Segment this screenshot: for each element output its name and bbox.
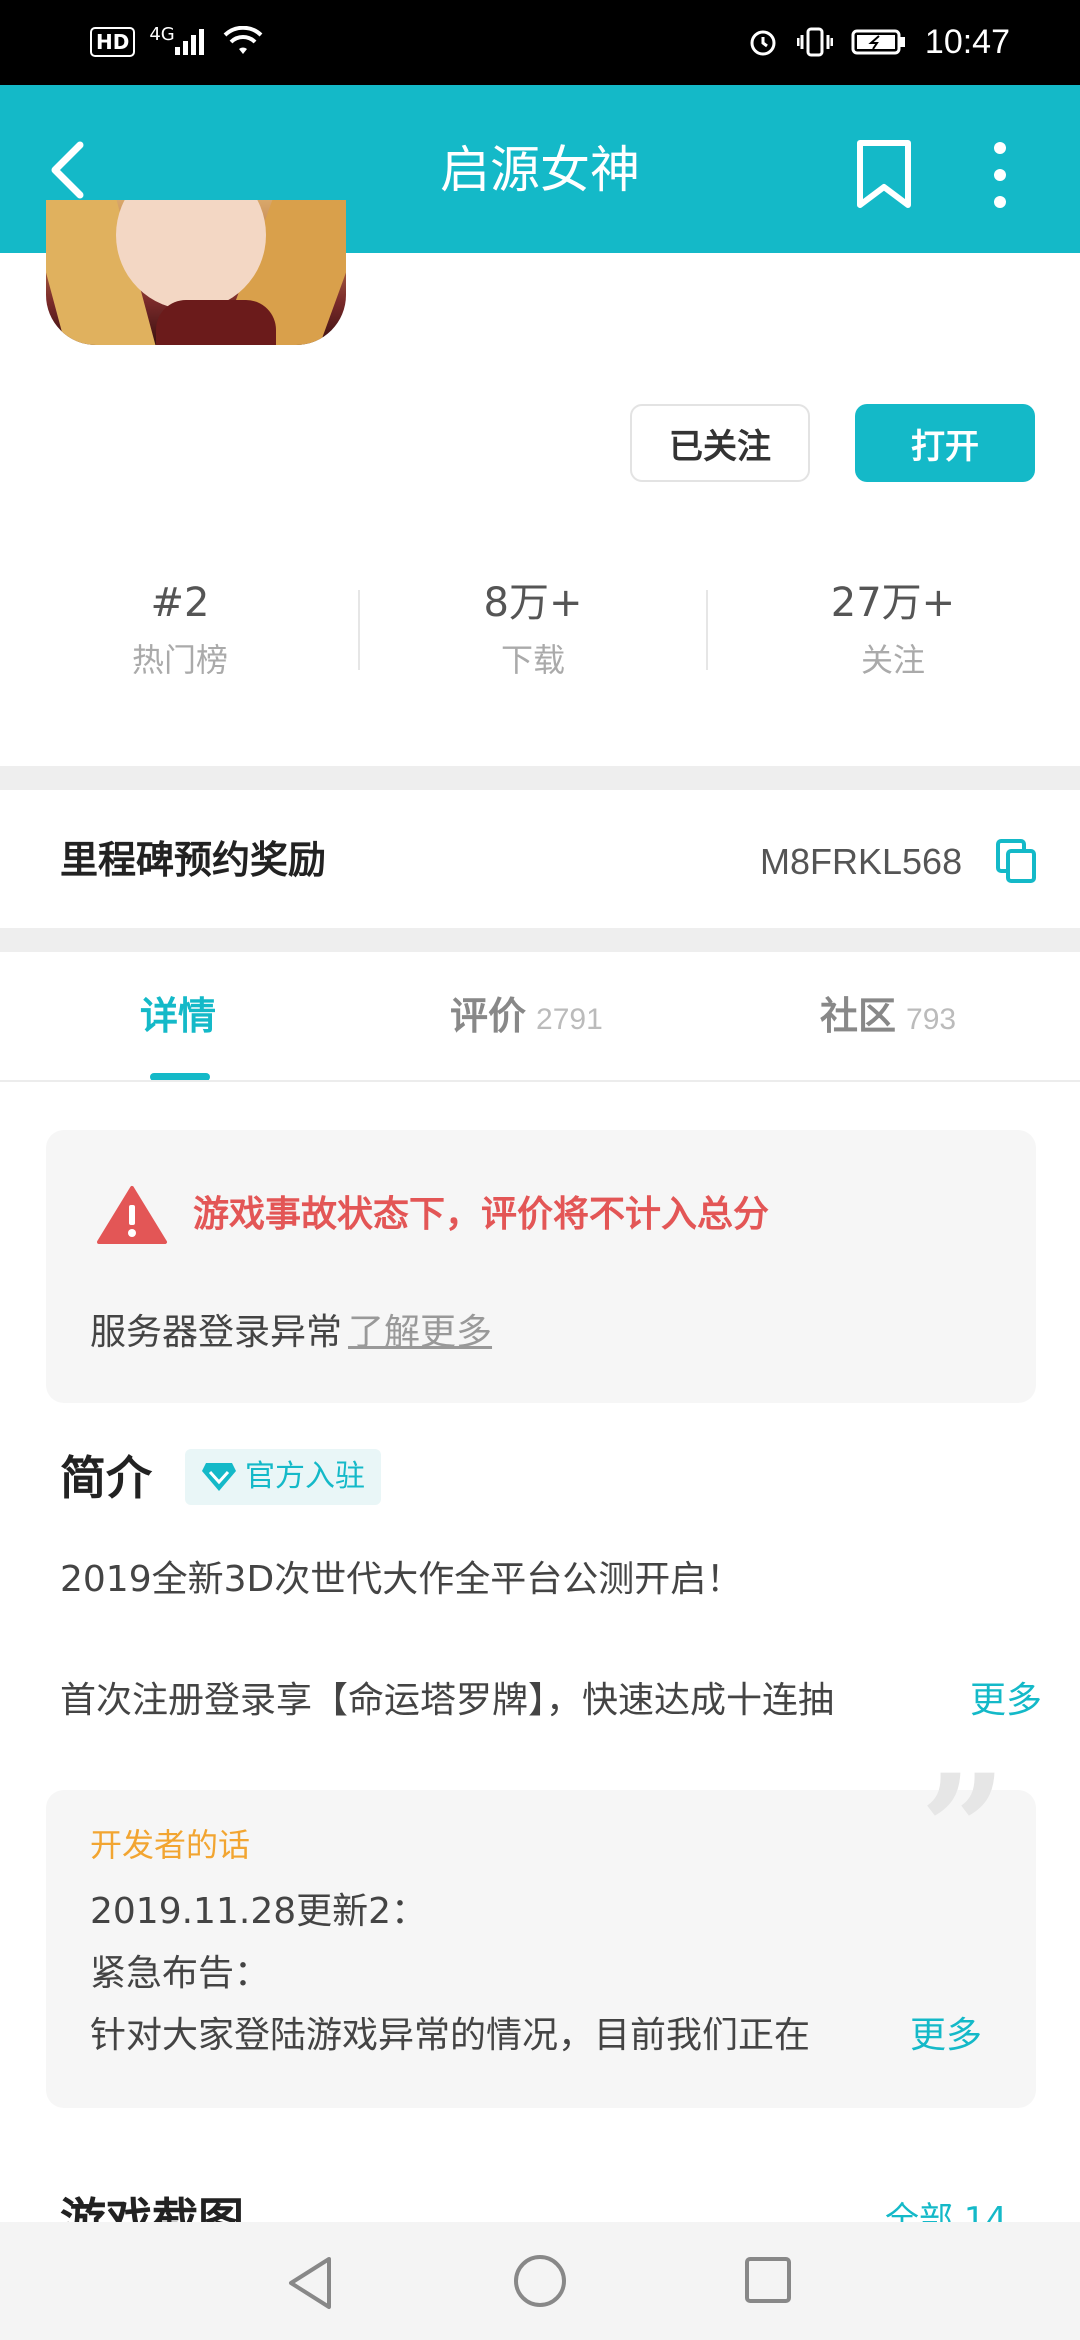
milestone-reward-label: 里程碑预约奖励 bbox=[60, 838, 327, 882]
stat-label: 关注 bbox=[860, 641, 925, 679]
followed-button[interactable]: 已关注 bbox=[630, 404, 810, 482]
wifi-icon bbox=[223, 26, 263, 54]
tabs-divider bbox=[0, 1080, 1080, 1082]
stat-downloads: 8万+ 下载 bbox=[383, 575, 683, 685]
bookmark-icon[interactable] bbox=[850, 135, 920, 215]
stat-divider bbox=[706, 590, 708, 670]
incident-message-text: 服务器登录异常 bbox=[90, 1312, 343, 1353]
hd-badge: HD bbox=[90, 27, 136, 57]
tab-label: 社区 bbox=[820, 994, 897, 1038]
tab-label: 详情 bbox=[140, 994, 217, 1038]
nav-back-icon[interactable] bbox=[285, 2255, 335, 2311]
stat-divider bbox=[358, 590, 360, 670]
incident-notice-card bbox=[46, 1130, 1036, 1403]
stat-followers: 27万+ 关注 bbox=[743, 575, 1043, 685]
tab-count: 793 bbox=[906, 1003, 957, 1036]
status-right: 10:47 bbox=[747, 20, 1010, 64]
developer-notes-line: 针对大家登陆游戏异常的情况，目前我们正在 bbox=[90, 2015, 811, 2056]
diamond-icon bbox=[202, 1463, 236, 1491]
stat-value: 8万+ bbox=[483, 580, 583, 626]
stat-value: 27万+ bbox=[830, 580, 956, 626]
incident-message: 服务器登录异常 了解更多 bbox=[90, 1307, 492, 1359]
network-type: 4G bbox=[149, 23, 175, 45]
stat-rank[interactable]: #2 热门榜 bbox=[30, 575, 330, 685]
signal-icon bbox=[174, 29, 204, 55]
warning-icon bbox=[97, 1186, 167, 1244]
status-left: HD 4G bbox=[90, 22, 263, 62]
quote-icon: ” bbox=[920, 1742, 1007, 1918]
incident-warning-text: 游戏事故状态下，评价将不计入总分 bbox=[193, 1194, 770, 1235]
status-bar: HD 4G 10:47 bbox=[0, 0, 1080, 85]
nav-recent-apps-icon[interactable] bbox=[743, 2255, 793, 2305]
app-icon bbox=[46, 200, 346, 345]
section-divider bbox=[0, 928, 1080, 952]
intro-text-line: 2019全新3D次世代大作全平台公测开启！ bbox=[60, 1559, 743, 1600]
vibrate-icon bbox=[796, 27, 833, 57]
clock: 10:47 bbox=[924, 22, 1010, 61]
stat-value: #2 bbox=[150, 580, 210, 626]
developer-notes-title: 开发者的话 bbox=[90, 1826, 251, 1864]
tab-community[interactable]: 社区 793 bbox=[820, 985, 956, 1055]
tab-label: 评价 bbox=[450, 994, 527, 1038]
copy-icon[interactable] bbox=[995, 838, 1037, 884]
learn-more-link[interactable]: 了解更多 bbox=[348, 1312, 492, 1353]
intro-text-line: 首次注册登录享【命运塔罗牌】，快速达成十连抽 bbox=[60, 1680, 835, 1721]
gift-code[interactable]: M8FRKL568 bbox=[760, 836, 962, 888]
tab-details[interactable]: 详情 bbox=[140, 985, 216, 1055]
nav-home-icon[interactable] bbox=[512, 2253, 568, 2309]
tab-reviews[interactable]: 评价 2791 bbox=[450, 985, 603, 1055]
battery-icon bbox=[851, 29, 905, 55]
intro-more-link[interactable]: 更多 bbox=[940, 1673, 1043, 1729]
developer-notes-line: 2019.11.28更新2： bbox=[90, 1891, 428, 1932]
more-vertical-icon[interactable] bbox=[975, 135, 1025, 215]
section-divider bbox=[0, 766, 1080, 790]
open-button[interactable]: 打开 bbox=[855, 404, 1035, 482]
alarm-icon bbox=[750, 30, 776, 56]
tab-count: 2791 bbox=[536, 1003, 603, 1036]
developer-notes-line: 紧急布告： bbox=[90, 1953, 271, 1994]
stat-label: 下载 bbox=[500, 641, 565, 679]
stat-label: 热门榜 bbox=[131, 641, 228, 679]
developer-more-link[interactable]: 更多 bbox=[880, 2008, 983, 2064]
intro-heading: 简介 bbox=[60, 1451, 152, 1505]
